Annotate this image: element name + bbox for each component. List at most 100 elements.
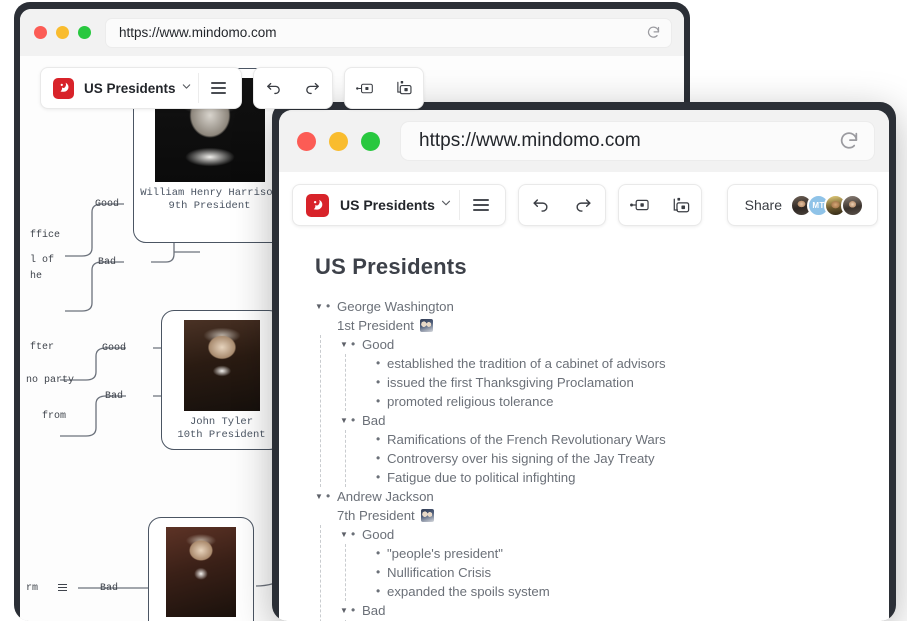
outline-indent-guide [320, 525, 321, 621]
back-redo-button[interactable] [293, 68, 332, 108]
mindmap-clipped-label-0[interactable]: ffice [30, 230, 60, 241]
outline-row[interactable]: ▼ • Andrew Jackson 7th President [315, 487, 889, 525]
hamburger-menu-icon [210, 82, 226, 94]
mindmap-clipped-label-4[interactable]: no party [26, 375, 74, 386]
outline-row-content: "people's president" [387, 544, 503, 563]
bullet-icon: • [376, 375, 381, 389]
outline-row-text: Nullification Crisis [387, 565, 492, 580]
outline-row-content: Fatigue due to political infighting [387, 468, 575, 487]
mindmap-branch-label-bad-1[interactable]: Bad [98, 257, 116, 268]
minimize-dot[interactable] [56, 26, 69, 39]
back-org-layout-button[interactable] [385, 68, 423, 108]
front-undo-button[interactable] [519, 185, 562, 225]
outline-row[interactable]: • promoted religious tolerance [315, 392, 889, 411]
bullet-icon: • [376, 356, 381, 370]
back-document-title-button[interactable]: US Presidents [82, 68, 198, 108]
front-menu-button[interactable] [460, 185, 502, 225]
maximize-dot[interactable] [361, 131, 380, 151]
share-button[interactable]: Share MT [726, 184, 878, 226]
back-menu-button[interactable] [199, 68, 238, 108]
outline-row[interactable]: ▼ • George Washington 1st President [315, 297, 889, 335]
bullet-icon: • [326, 299, 331, 313]
front-org-layout-button[interactable] [661, 185, 701, 225]
outline-row[interactable]: • established the tradition of a cabinet … [315, 354, 889, 373]
mindmap-clipped-label-6[interactable]: rm [26, 583, 38, 594]
mindmap-node-tyler[interactable]: John Tyler 10th President [161, 310, 282, 450]
outline-indent-guide [345, 354, 346, 411]
back-document-group: US Presidents [40, 67, 242, 109]
mindmap-inline-menu-icon[interactable] [58, 584, 67, 592]
outline-row[interactable]: • expanded the spoils system [315, 582, 889, 601]
outline-row-text: Bad [362, 413, 386, 428]
outline-row-content: George Washington 1st President [337, 297, 454, 335]
outline-row[interactable]: • Fatigue due to political infighting [315, 468, 889, 487]
mindmap-clipped-label-3[interactable]: fter [30, 342, 54, 353]
outline-row[interactable]: • issued the first Thanksgiving Proclamat… [315, 373, 889, 392]
reload-icon[interactable] [646, 25, 661, 40]
back-address-bar[interactable]: https://www.mindomo.com [105, 17, 672, 48]
outline-row-thumbnail-icon[interactable] [419, 319, 433, 332]
collapse-triangle-icon[interactable]: ▼ [340, 335, 351, 354]
outline-row[interactable]: ▼ • Good [315, 525, 889, 544]
mindmap-clipped-label-5[interactable]: from [42, 411, 66, 422]
outline-row-content: issued the first Thanksgiving Proclamati… [387, 373, 634, 392]
front-document-title: US Presidents [340, 197, 435, 213]
front-redo-button[interactable] [562, 185, 605, 225]
collapse-triangle-icon[interactable]: ▼ [315, 297, 326, 316]
back-undo-button[interactable] [254, 68, 293, 108]
maximize-dot[interactable] [78, 26, 91, 39]
back-traffic-lights[interactable] [34, 26, 91, 39]
mindmap-branch-label-bad-3[interactable]: Bad [100, 583, 118, 594]
bullet-icon: • [376, 394, 381, 408]
avatar-4[interactable] [841, 193, 864, 217]
front-logo-cell[interactable] [296, 185, 338, 225]
tyler-portrait [183, 320, 260, 411]
outline-row[interactable]: • "people's president" [315, 544, 889, 563]
outline-row-thumbnail-icon[interactable] [420, 509, 434, 522]
mindmap-node-polk[interactable]: James K. Polk 11th President [148, 517, 254, 621]
collapse-triangle-icon[interactable]: ▼ [315, 487, 326, 506]
bullet-icon: • [376, 451, 381, 465]
back-logo-cell[interactable] [44, 68, 82, 108]
collapse-triangle-icon[interactable]: ▼ [340, 525, 351, 544]
collapse-triangle-icon[interactable]: ▼ [340, 601, 351, 620]
close-dot[interactable] [297, 131, 316, 151]
front-browser-chrome: https://www.mindomo.com [279, 110, 889, 172]
collaborator-avatars[interactable]: MT [790, 193, 864, 217]
outline-tree[interactable]: ▼ • George Washington 1st President ▼ • Good •… [315, 297, 889, 621]
chevron-down-icon[interactable] [181, 79, 192, 97]
close-dot[interactable] [34, 26, 47, 39]
outline-row[interactable]: • Nullification Crisis [315, 563, 889, 582]
outline-row-text: Fatigue due to political infighting [387, 470, 576, 485]
front-layout-group [617, 184, 702, 226]
outline-row-content: Andrew Jackson 7th President [337, 487, 434, 525]
outline-row[interactable]: ▼ • Bad [315, 411, 889, 430]
front-browser-window[interactable]: https://www.mindomo.com US Presidents Sh… [272, 102, 896, 621]
front-mindmap-layout-button[interactable] [619, 185, 661, 225]
collapse-triangle-icon[interactable]: ▼ [340, 411, 351, 430]
mindmap-branch-label-bad-2[interactable]: Bad [105, 391, 123, 402]
outline-row[interactable]: ▼ • Good [315, 335, 889, 354]
outline-row[interactable]: • Ramifications of the French Revolutiona… [315, 430, 889, 449]
mindmap-clipped-label-2[interactable]: he [30, 271, 42, 282]
front-url-text: https://www.mindomo.com [419, 130, 641, 151]
mindmap-branch-label-good-2[interactable]: Good [102, 343, 126, 354]
outline-row-text: issued the first Thanksgiving Proclamati… [387, 375, 634, 390]
bullet-icon: • [376, 432, 381, 446]
triangle-spacer [365, 392, 376, 411]
minimize-dot[interactable] [329, 131, 348, 151]
outline-row[interactable]: ▼ • Bad [315, 601, 889, 620]
outline-view[interactable]: US Presidents ▼ • George Washington 1st Pre… [279, 224, 889, 621]
back-mindmap-layout-button[interactable] [345, 68, 385, 108]
outline-row[interactable]: • Controversy over his signing of the Jay… [315, 449, 889, 468]
reload-icon[interactable] [838, 130, 860, 152]
front-traffic-lights[interactable] [297, 131, 380, 151]
outline-row-content: Controversy over his signing of the Jay … [387, 449, 655, 468]
redo-icon [304, 80, 321, 97]
front-address-bar[interactable]: https://www.mindomo.com [400, 121, 875, 161]
chevron-down-icon[interactable] [440, 196, 452, 214]
mindmap-branch-label-good-1[interactable]: Good [95, 199, 119, 210]
outline-row-text: Good [362, 337, 395, 352]
mindmap-clipped-label-1[interactable]: l of [30, 255, 54, 266]
front-document-title-button[interactable]: US Presidents [338, 185, 459, 225]
